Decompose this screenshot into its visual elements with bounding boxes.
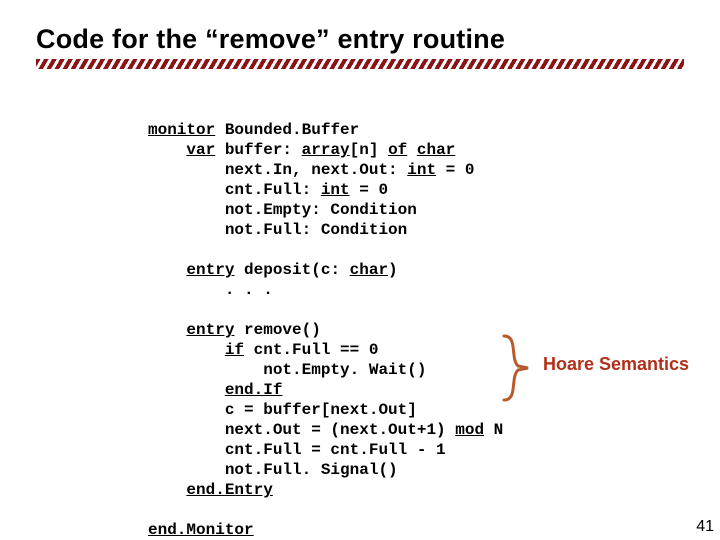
code-text: c = buffer[next.Out] bbox=[148, 401, 417, 419]
kw-if: if bbox=[225, 341, 244, 359]
kw-monitor: monitor bbox=[148, 121, 215, 139]
code-text: remove() bbox=[234, 321, 320, 339]
slide: Code for the “remove” entry routine moni… bbox=[0, 0, 720, 540]
code-text: . . . bbox=[148, 281, 273, 299]
code-text: ) bbox=[388, 261, 398, 279]
code-text: next.Out = (next.Out+1) bbox=[148, 421, 455, 439]
code-text bbox=[407, 141, 417, 159]
code-text: not.Full. Signal() bbox=[148, 461, 398, 479]
kw-of: of bbox=[388, 141, 407, 159]
code-text: = 0 bbox=[350, 181, 388, 199]
code-text: [n] bbox=[350, 141, 388, 159]
code-indent bbox=[148, 481, 186, 499]
brace-icon bbox=[500, 334, 526, 402]
code-indent bbox=[148, 341, 225, 359]
code-text: cnt.Full: bbox=[148, 181, 321, 199]
kw-var: var bbox=[186, 141, 215, 159]
code-text: deposit(c: bbox=[234, 261, 349, 279]
kw-array: array bbox=[302, 141, 350, 159]
code-text: N bbox=[484, 421, 503, 439]
kw-int: int bbox=[407, 161, 436, 179]
page-number: 41 bbox=[696, 518, 714, 536]
kw-mod: mod bbox=[455, 421, 484, 439]
kw-entry: entry bbox=[186, 321, 234, 339]
slide-title: Code for the “remove” entry routine bbox=[36, 24, 684, 55]
callout-label: Hoare Semantics bbox=[543, 354, 689, 375]
kw-endif: end.If bbox=[225, 381, 283, 399]
kw-entry: entry bbox=[186, 261, 234, 279]
kw-int: int bbox=[321, 181, 350, 199]
code-indent bbox=[148, 141, 186, 159]
kw-endmonitor: end.Monitor bbox=[148, 521, 254, 539]
code-text: cnt.Full == 0 bbox=[244, 341, 378, 359]
code-text: not.Empty. Wait() bbox=[148, 361, 426, 379]
code-block: monitor Bounded.Buffer var buffer: array… bbox=[148, 120, 503, 540]
kw-char: char bbox=[350, 261, 388, 279]
code-text: = 0 bbox=[436, 161, 474, 179]
code-text: buffer: bbox=[215, 141, 301, 159]
code-text: not.Full: Condition bbox=[148, 221, 407, 239]
code-text: cnt.Full = cnt.Full - 1 bbox=[148, 441, 446, 459]
kw-char: char bbox=[417, 141, 455, 159]
code-indent bbox=[148, 321, 186, 339]
code-indent bbox=[148, 381, 225, 399]
title-underline bbox=[36, 59, 684, 69]
code-text: Bounded.Buffer bbox=[215, 121, 359, 139]
code-text: next.In, next.Out: bbox=[148, 161, 407, 179]
code-indent bbox=[148, 261, 186, 279]
kw-endentry: end.Entry bbox=[186, 481, 272, 499]
code-text: not.Empty: Condition bbox=[148, 201, 417, 219]
